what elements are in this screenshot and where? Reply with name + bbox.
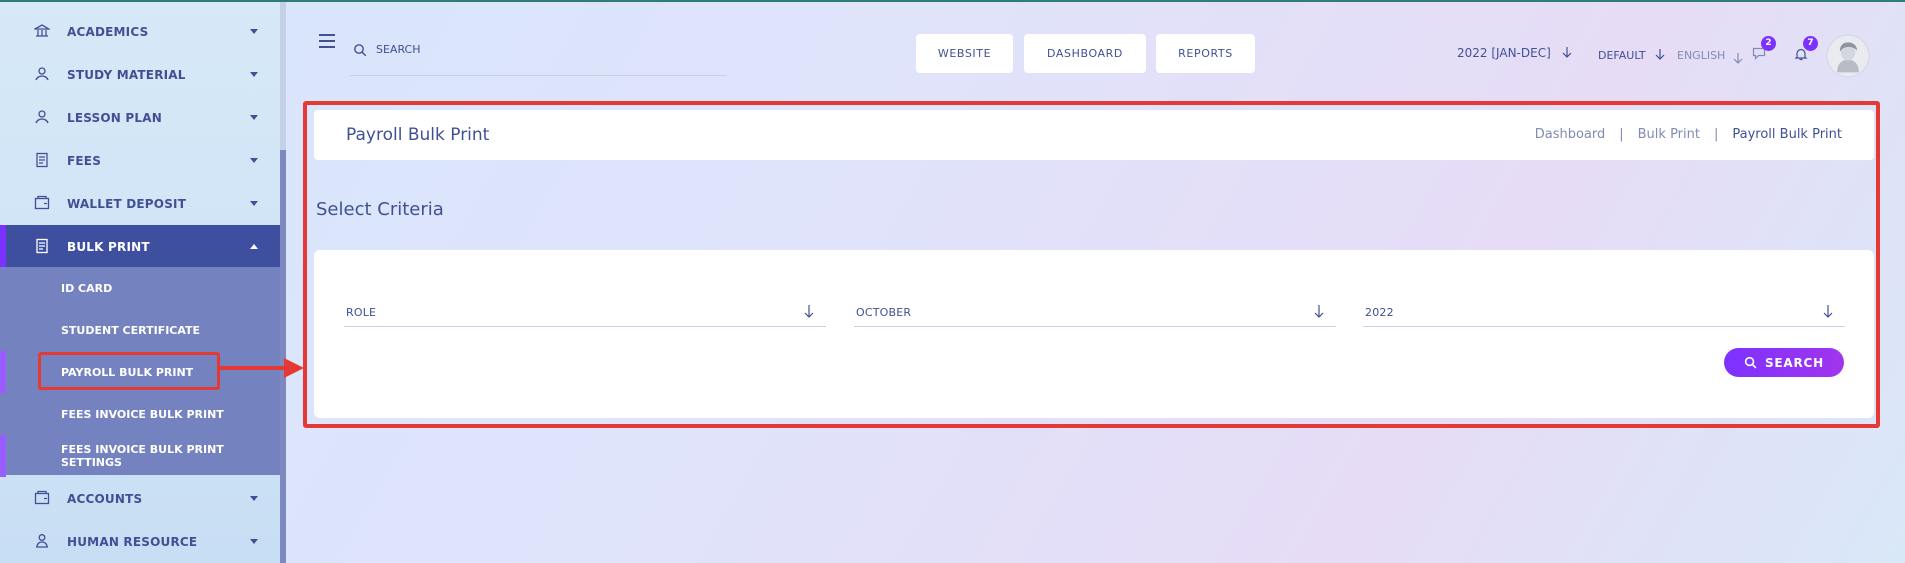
chevron-down-icon [250,115,258,120]
arrow-down-icon [1562,47,1572,58]
fees-icon [36,152,48,168]
search-icon [1744,356,1757,369]
search-button-label: SEARCH [1764,355,1825,370]
chevron-down-icon [250,72,258,77]
academics-icon [34,24,50,37]
wallet-icon [34,195,50,210]
sidebar-scrollbar-thumb[interactable] [280,150,286,563]
role-select-value: ROLE [346,306,377,319]
session-select[interactable]: 2022 [JAN-DEC] [1457,46,1551,60]
lesson-plan-icon [35,110,49,124]
breadcrumb-dashboard-link[interactable]: Dashboard [1535,127,1606,142]
search-icon [354,44,367,57]
sidebar-item-accounts[interactable]: ACCOUNTS [0,477,280,520]
breadcrumb-separator: | [1619,127,1624,142]
arrow-down-icon [804,305,814,318]
sidebar-item-label: WALLET DEPOSIT [67,196,187,211]
sidebar-item-fees[interactable]: FEES [0,139,280,182]
sidebar-item-lesson-plan[interactable]: LESSON PLAN [0,96,280,139]
reports-button[interactable]: REPORTS [1156,34,1255,73]
user-avatar-icon [1828,36,1868,76]
page-title: Payroll Bulk Print [346,125,490,145]
submenu-item-label: FEES INVOICE BULK PRINT SETTINGS [61,443,224,469]
month-select[interactable]: OCTOBER [854,300,1336,327]
sidebar-item-label: FEES [67,153,102,168]
submenu-item-label: FEES INVOICE BULK PRINT [61,407,224,421]
arrow-down-icon [1314,305,1324,318]
theme-select[interactable]: DEFAULT [1598,49,1646,62]
sidebar-item-bulk-print[interactable]: BULK PRINT [0,225,280,268]
arrow-down-icon [1655,49,1665,60]
study-material-icon [35,67,49,81]
sidebar-item-label: LESSON PLAN [67,110,162,125]
section-title: Select Criteria [316,199,444,220]
accounts-icon [34,490,50,505]
breadcrumb: Dashboard | Bulk Print | Payroll Bulk Pr… [1535,127,1842,142]
chevron-up-icon [250,244,258,249]
breadcrumb-separator: | [1713,127,1719,142]
hamburger-menu-icon[interactable] [319,34,335,48]
submenu-item-label: ID CARD [61,281,113,295]
breadcrumb-bulk-print-link[interactable]: Bulk Print [1638,127,1700,142]
submenu-item-fees-invoice-bulk-print-settings[interactable]: FEES INVOICE BULK PRINT SETTINGS [0,435,280,477]
search-input[interactable] [376,38,716,60]
submenu-item-id-card[interactable]: ID CARD [0,267,280,309]
year-select-value: 2022 [1365,306,1394,319]
annotation-arrow-head [284,358,304,378]
sidebar-item-wallet-deposit[interactable]: WALLET DEPOSIT [0,182,280,225]
sidebar-item-label: STUDY MATERIAL [67,67,186,82]
role-select[interactable]: ROLE [344,300,826,327]
chevron-down-icon [250,158,258,163]
breadcrumb-current: Payroll Bulk Print [1732,127,1842,142]
sidebar-item-academics[interactable]: ACADEMICS [0,10,280,53]
page-header-card: Payroll Bulk Print Dashboard | Bulk Prin… [314,110,1874,160]
search-button[interactable]: SEARCH [1724,348,1844,377]
chevron-down-icon [250,201,258,206]
notifications-badge: 7 [1803,36,1818,51]
year-select[interactable]: 2022 [1363,300,1845,327]
arrow-down-icon [1733,53,1743,64]
avatar[interactable] [1826,34,1870,78]
chevron-down-icon [250,29,258,34]
website-button[interactable]: WEBSITE [916,34,1013,73]
human-resource-icon [36,534,48,548]
chevron-down-icon [250,539,258,544]
sidebar: ACADEMICS STUDY MATERIAL LESSON PLAN FEE… [0,2,280,563]
sidebar-item-label: HUMAN RESOURCE [67,534,198,549]
submenu-highlight-box [38,352,220,390]
sidebar-item-study-material[interactable]: STUDY MATERIAL [0,53,280,96]
sidebar-item-human-resource[interactable]: HUMAN RESOURCE [0,520,280,563]
criteria-form-card: ROLE OCTOBER 2022 SEARCH [314,250,1874,418]
search-box [350,38,726,76]
submenu-item-fees-invoice-bulk-print[interactable]: FEES INVOICE BULK PRINT [0,393,280,435]
submenu-item-label: STUDENT CERTIFICATE [61,323,201,337]
sidebar-item-label: ACCOUNTS [67,491,143,506]
dashboard-button[interactable]: DASHBOARD [1024,34,1146,73]
submenu-item-student-certificate[interactable]: STUDENT CERTIFICATE [0,309,280,351]
messages-badge: 2 [1761,36,1776,51]
language-select[interactable]: ENGLISH [1677,49,1725,62]
arrow-down-icon [1823,305,1833,318]
sidebar-item-label: ACADEMICS [67,24,149,39]
month-select-value: OCTOBER [856,306,912,319]
annotation-arrow-line [220,366,286,370]
bulk-print-icon [36,238,48,254]
chevron-down-icon [250,496,258,501]
sidebar-item-label: BULK PRINT [67,239,150,254]
